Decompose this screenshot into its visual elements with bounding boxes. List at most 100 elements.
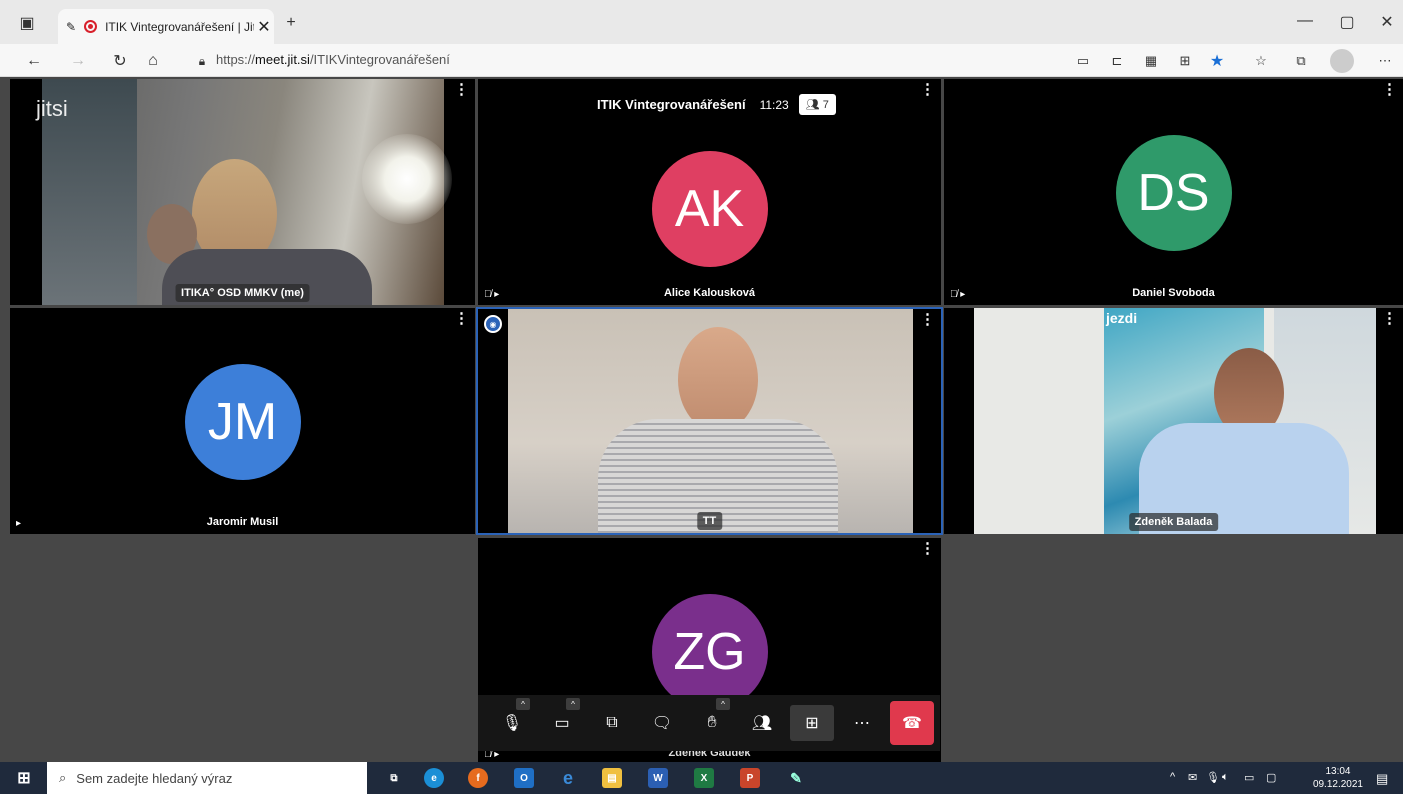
profile-avatar[interactable] xyxy=(1330,49,1354,73)
edge-icon[interactable]: e xyxy=(424,768,444,788)
meeting-area: ⋮ ITIKA° OSD MMKV (me) AK ⋮ 🎙̸ ▸ Alice K… xyxy=(0,77,1403,762)
new-tab-button[interactable]: + xyxy=(278,10,304,36)
tile-menu-icon[interactable]: ⋮ xyxy=(920,541,935,556)
more-icon: ⋯ xyxy=(854,715,870,732)
more-actions-button[interactable]: ⋯ xyxy=(840,705,884,741)
avatar: AK xyxy=(651,151,768,267)
url-domain: meet.jit.si xyxy=(255,52,310,67)
jitsi-logo: jitsi xyxy=(36,96,68,121)
browser-nav-bar: ← → ↻ ⌂ 🔒︎ https://meet.jit.si/ITIKVinte… xyxy=(0,44,1403,77)
participant-tile-jm[interactable]: JM ⋮ ▸ Jaromir Musil xyxy=(10,308,475,534)
outlook-icon[interactable]: O xyxy=(514,768,534,788)
internet-explorer-icon[interactable]: e xyxy=(558,768,578,788)
raise-hand-button[interactable]: ✋︎ ^ xyxy=(690,698,734,741)
browser-tab[interactable]: ✎ ITIK Vintegrovanářešení | Jit ✕ xyxy=(58,9,274,44)
camera-icon[interactable]: ▭ xyxy=(1072,50,1094,72)
chat-button[interactable]: 🗨︎ xyxy=(640,705,684,741)
participant-count: 7 xyxy=(822,99,829,111)
participant-name: Zdeněk Balada xyxy=(1128,513,1219,531)
participant-name: Jaromir Musil xyxy=(206,516,279,528)
share-screen-icon: ⧉ xyxy=(606,714,618,731)
display-icon[interactable]: ▢ xyxy=(1266,771,1276,784)
avatar: DS xyxy=(1115,135,1232,251)
tray-expand-icon[interactable]: ^ xyxy=(1170,771,1175,783)
url-path: /ITIKVintegrovanářešení xyxy=(309,52,450,67)
audio-settings-caret[interactable]: ^ xyxy=(516,698,530,710)
share-screen-button[interactable]: ⧉ xyxy=(590,705,634,741)
back-button[interactable]: ← xyxy=(22,49,46,73)
participant-tile-tt[interactable]: ◉ ⋮ TT xyxy=(476,307,943,535)
tile-menu-icon[interactable]: ⋮ xyxy=(454,311,469,326)
collections-icon[interactable]: ⧉ xyxy=(1290,50,1312,72)
microphone-button[interactable]: 🎙︎ ^ xyxy=(490,698,534,741)
restore-button[interactable]: ▢ xyxy=(1332,12,1362,32)
url-prefix: https:// xyxy=(216,52,256,67)
firefox-icon[interactable]: f xyxy=(468,768,488,788)
tile-menu-icon[interactable]: ⋮ xyxy=(920,312,935,327)
file-explorer-icon[interactable]: ▤ xyxy=(602,768,622,788)
settings-menu-icon[interactable]: ⋯ xyxy=(1374,50,1396,72)
qr-icon[interactable]: ▦ xyxy=(1140,50,1162,72)
tile-menu-icon[interactable]: ⋮ xyxy=(1382,82,1397,97)
tab-actions-icon[interactable]: ▣ xyxy=(14,10,40,36)
participant-tile-zb[interactable]: jezdi ⋮ Zdeněk Balada xyxy=(944,308,1403,534)
tab-close-button[interactable]: ✕ xyxy=(254,17,274,37)
network-icon[interactable]: ▭ xyxy=(1244,771,1254,784)
camera-button[interactable]: ▭ ^ xyxy=(540,698,584,741)
hand-icon: ✋︎ xyxy=(707,714,717,731)
dominant-speaker-icon: ◉ xyxy=(484,315,502,333)
lock-icon[interactable]: 🔒︎ xyxy=(190,49,214,73)
app-available-icon[interactable]: ⊏ xyxy=(1106,50,1128,72)
tile-menu-icon[interactable]: ⋮ xyxy=(454,82,469,97)
mail-tray-icon[interactable]: ✉ xyxy=(1188,771,1197,784)
muted-icons: 🎙̸ ▸ xyxy=(484,289,500,300)
hangup-icon: ☎︎ xyxy=(902,715,922,732)
tile-menu-icon[interactable]: ⋮ xyxy=(1382,311,1397,326)
favorites-icon[interactable]: ☆ xyxy=(1250,50,1272,72)
windows-taskbar: ⊞ ⌕ Sem zadejte hledaný výraz ⧉ e f O e … xyxy=(0,762,1403,794)
paint-icon[interactable]: ✎ xyxy=(786,768,806,788)
tile-menu-icon[interactable]: ⋮ xyxy=(920,82,935,97)
participant-name: TT xyxy=(696,512,723,530)
powerpoint-icon[interactable]: P xyxy=(740,768,760,788)
favorite-star-icon[interactable]: ★ xyxy=(1206,50,1228,72)
search-placeholder: Sem zadejte hledaný výraz xyxy=(76,770,233,786)
windows-start-icon[interactable]: ⊞ xyxy=(14,768,34,788)
camera-icon: ▭ xyxy=(554,715,570,732)
video-feed: jezdi xyxy=(974,308,1376,534)
volume-icon[interactable]: 🔈︎ xyxy=(1222,771,1229,784)
tab-title: ITIK Vintegrovanářešení | Jit xyxy=(105,19,254,34)
video-feed xyxy=(42,79,452,305)
taskbar-clock[interactable]: 13:04 09.12.2021 xyxy=(1313,765,1363,791)
hangup-button[interactable]: ☎︎ xyxy=(890,701,934,745)
video-settings-caret[interactable]: ^ xyxy=(566,698,580,710)
notifications-icon[interactable]: ▤ xyxy=(1376,771,1388,787)
participant-tile-ds[interactable]: DS ⋮ 🎙̸ ▸ Daniel Svoboda xyxy=(944,79,1403,305)
participant-count-badge[interactable]: 👥︎ 7 xyxy=(798,94,836,115)
participant-name: Daniel Svoboda xyxy=(1132,287,1215,299)
task-view-icon[interactable]: ⧉ xyxy=(384,768,404,788)
microphone-icon: 🎙︎ xyxy=(501,715,523,732)
participant-tile-me[interactable]: ⋮ ITIKA° OSD MMKV (me) xyxy=(10,79,475,305)
muted-icons: 🎙̸ ▸ xyxy=(950,289,966,300)
clock-time: 13:04 xyxy=(1325,766,1351,777)
reactions-caret[interactable]: ^ xyxy=(716,698,730,710)
word-icon[interactable]: W xyxy=(648,768,668,788)
minimize-button[interactable]: — xyxy=(1290,12,1320,30)
grid-icon: ⊞ xyxy=(805,715,819,732)
home-button[interactable]: ⌂ xyxy=(141,49,165,73)
refresh-button[interactable]: ↻ xyxy=(108,49,132,73)
apps-icon[interactable]: ⊞ xyxy=(1174,50,1196,72)
taskbar-search[interactable]: ⌕ Sem zadejte hledaný výraz xyxy=(47,762,367,794)
microphone-tray-icon[interactable]: 🎙︎ xyxy=(1206,771,1220,784)
feather-icon: ✎ xyxy=(66,19,77,34)
tile-view-button[interactable]: ⊞ xyxy=(790,705,834,741)
address-bar[interactable]: https://meet.jit.si/ITIKVintegrovanářeše… xyxy=(216,52,450,67)
video-feed xyxy=(508,309,913,533)
participant-name: ITIKA° OSD MMKV (me) xyxy=(175,284,310,302)
close-window-button[interactable]: ✕ xyxy=(1372,12,1402,32)
excel-icon[interactable]: X xyxy=(694,768,714,788)
participant-name: Alice Kalousková xyxy=(663,287,756,299)
forward-button[interactable]: → xyxy=(66,49,90,73)
participants-button[interactable]: 👥︎ xyxy=(740,705,784,741)
